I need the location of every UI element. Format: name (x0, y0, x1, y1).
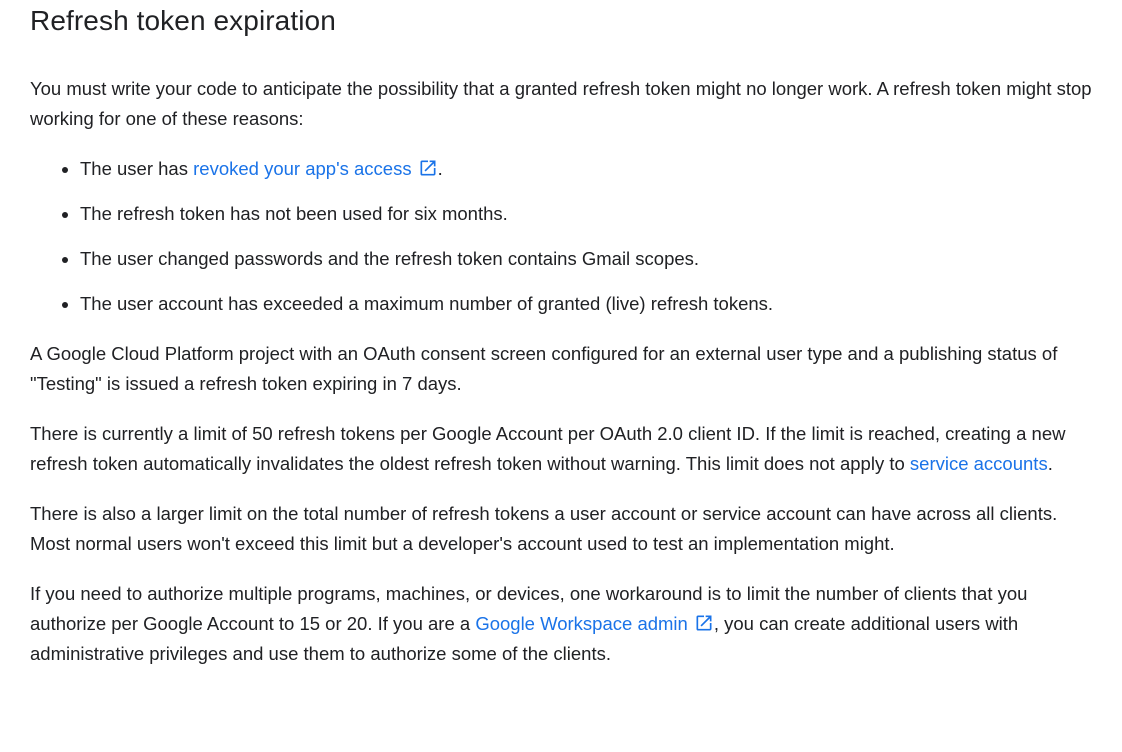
list-item: The user account has exceeded a maximum … (80, 289, 1092, 319)
page-title: Refresh token expiration (30, 5, 336, 36)
external-link-icon (418, 158, 438, 178)
intro-paragraph: You must write your code to anticipate t… (30, 78, 1092, 129)
reason-prefix: The user has (80, 158, 194, 179)
revoked-access-link[interactable]: revoked your app's access (193, 158, 437, 179)
token-limit-suffix: . (1047, 453, 1053, 474)
revoked-access-link-text: revoked your app's access (193, 158, 412, 179)
workaround-paragraph: If you need to authorize multiple progra… (30, 579, 1092, 669)
workspace-admin-link[interactable]: Google Workspace admin (475, 613, 714, 634)
external-link-icon (694, 613, 714, 633)
service-accounts-link[interactable]: service accounts (910, 453, 1048, 474)
reason-suffix: . (437, 158, 443, 179)
reasons-list: The user has revoked your app's access. … (30, 154, 1092, 319)
workspace-admin-link-text: Google Workspace admin (475, 613, 688, 634)
larger-limit-paragraph: There is also a larger limit on the tota… (30, 503, 1058, 554)
testing-status-paragraph: A Google Cloud Platform project with an … (30, 343, 1058, 394)
list-item: The user changed passwords and the refre… (80, 244, 1092, 274)
article-section: Refresh token expiration You must write … (0, 0, 1122, 669)
token-limit-paragraph: There is currently a limit of 50 refresh… (30, 419, 1092, 479)
list-item: The refresh token has not been used for … (80, 199, 1092, 229)
list-item: The user has revoked your app's access. (80, 154, 1092, 184)
